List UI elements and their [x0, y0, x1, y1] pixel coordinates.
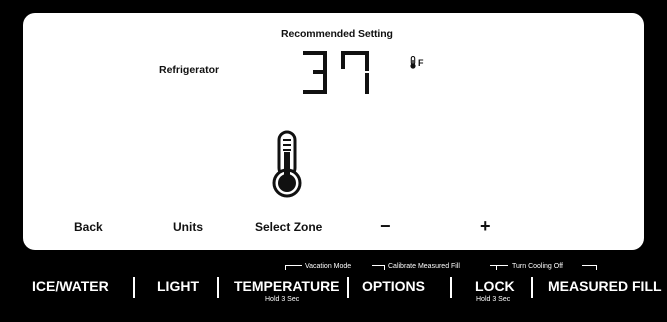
temperature-unit: F [409, 56, 424, 69]
lock-button[interactable]: LOCK [475, 278, 515, 294]
digit-seven [341, 51, 369, 94]
select-zone-button[interactable]: Select Zone [255, 220, 322, 234]
lock-hold-label: Hold 3 Sec [476, 296, 511, 303]
measured-fill-button[interactable]: MEASURED FILL [548, 278, 662, 294]
bracket-line [490, 265, 508, 266]
vacation-mode-label: Vacation Mode [305, 263, 352, 270]
bracket-line [582, 265, 596, 266]
zone-label: Refrigerator [159, 64, 220, 76]
separator [450, 277, 452, 298]
control-screen: Recommended Setting Refrigerator 37 F [23, 13, 644, 250]
back-button[interactable]: Back [74, 220, 103, 234]
units-button[interactable]: Units [173, 220, 203, 234]
separator [217, 277, 219, 298]
separator [531, 277, 533, 298]
separator [347, 277, 349, 298]
bracket-line [372, 265, 384, 266]
calibrate-measured-fill-label: Calibrate Measured Fill [388, 263, 460, 270]
plus-button[interactable]: + [480, 216, 491, 237]
options-button[interactable]: OPTIONS [362, 278, 425, 294]
minus-button[interactable]: − [380, 216, 391, 237]
temperature-button[interactable]: TEMPERATURE [234, 278, 340, 294]
light-button[interactable]: LIGHT [157, 278, 199, 294]
bracket-line [285, 265, 302, 266]
unit-label: F [418, 57, 424, 68]
temperature-hold-label: Hold 3 Sec [265, 296, 300, 303]
ice-water-button[interactable]: ICE/WATER [32, 278, 109, 294]
thermometer-icon [272, 130, 302, 198]
bracket-tick [496, 265, 497, 270]
separator [133, 277, 135, 298]
temperature-readout: 37 [303, 51, 369, 94]
bracket-tick [384, 265, 385, 270]
thermometer-icon [410, 56, 416, 69]
bracket-tick [596, 265, 597, 270]
digit-three [303, 51, 327, 94]
recommended-setting-label: Recommended Setting [281, 28, 393, 40]
turn-cooling-off-label: Turn Cooling Off [512, 263, 563, 270]
